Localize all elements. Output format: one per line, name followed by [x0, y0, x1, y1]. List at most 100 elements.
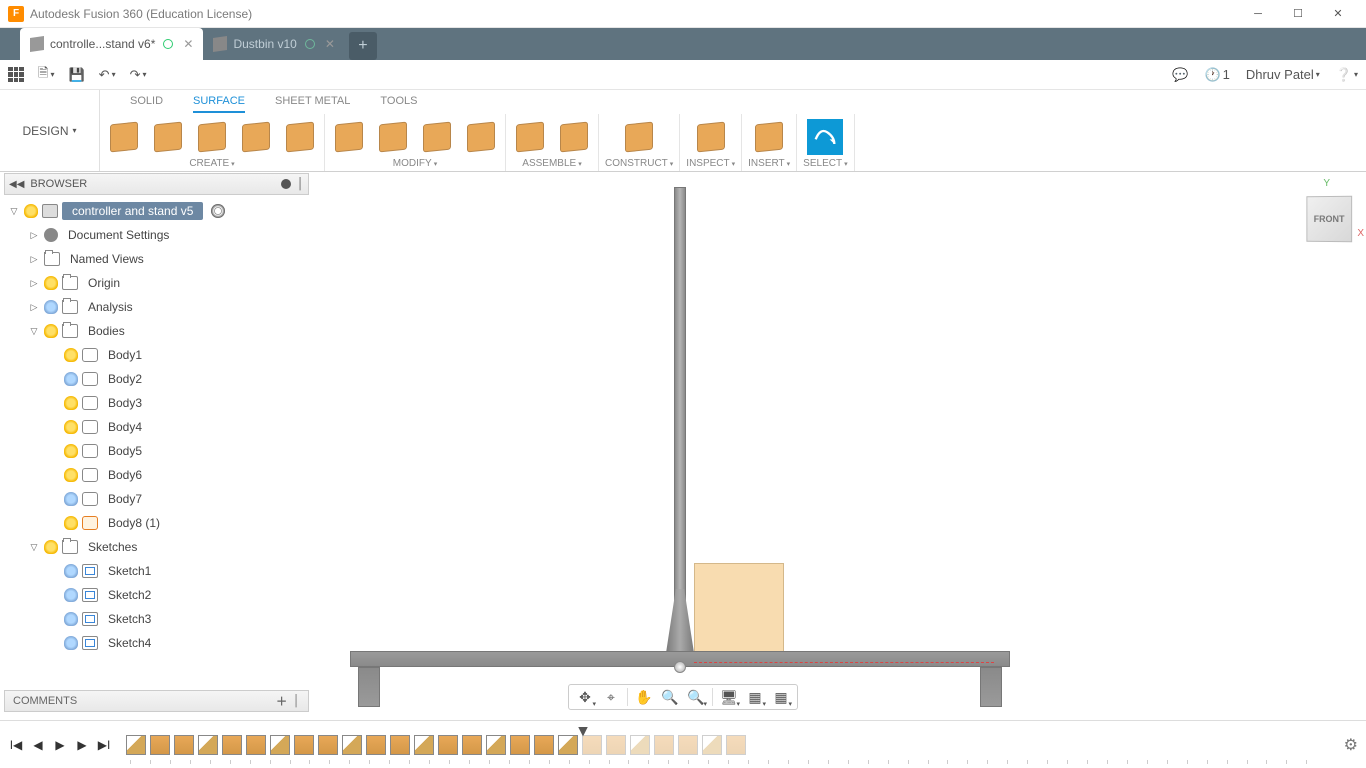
- timeline-feature[interactable]: [342, 735, 362, 755]
- user-menu[interactable]: Dhruv Patel ▾: [1246, 67, 1320, 82]
- tree-node[interactable]: Body3: [4, 391, 309, 415]
- tree-node[interactable]: Named Views: [4, 247, 309, 271]
- timeline-feature[interactable]: [222, 735, 242, 755]
- timeline-feature[interactable]: [510, 735, 530, 755]
- ribbon-tool-button[interactable]: [751, 119, 787, 155]
- comments-pin-icon[interactable]: │: [293, 695, 300, 707]
- tree-node[interactable]: Body1: [4, 343, 309, 367]
- fit-button[interactable]: 🔍▾: [684, 686, 708, 708]
- undo-button[interactable]: ↶▾: [99, 67, 116, 83]
- lookat-button[interactable]: ⌖: [599, 686, 623, 708]
- timeline-feature[interactable]: [270, 735, 290, 755]
- tree-node[interactable]: Origin: [4, 271, 309, 295]
- ribbon-tool-button[interactable]: [375, 119, 411, 155]
- timeline-feature[interactable]: [294, 735, 314, 755]
- timeline-feature[interactable]: [726, 735, 746, 755]
- ribbon-tool-button[interactable]: [331, 119, 367, 155]
- timeline-feature[interactable]: [534, 735, 554, 755]
- save-button[interactable]: 💾: [68, 67, 84, 83]
- expand-arrow-icon[interactable]: [28, 278, 40, 289]
- timeline-feature[interactable]: [678, 735, 698, 755]
- timeline-feature[interactable]: [582, 735, 602, 755]
- timeline-feature[interactable]: [126, 735, 146, 755]
- data-panel-button[interactable]: [8, 67, 24, 83]
- tab-close-icon[interactable]: ✕: [325, 37, 335, 51]
- ribbon-tool-button[interactable]: [419, 119, 455, 155]
- redo-button[interactable]: ↷▾: [130, 67, 147, 83]
- tree-node[interactable]: Body7: [4, 487, 309, 511]
- workspace-switcher[interactable]: DESIGN▾: [0, 90, 100, 171]
- expand-arrow-icon[interactable]: [28, 254, 40, 265]
- ribbon-group-label[interactable]: INSPECT ▾: [686, 158, 735, 169]
- visibility-bulb-icon[interactable]: [64, 420, 78, 434]
- expand-arrow-icon[interactable]: [28, 230, 40, 241]
- tree-node[interactable]: Body8 (1): [4, 511, 309, 535]
- close-window-button[interactable]: ✕: [1318, 0, 1358, 28]
- browser-pin-icon[interactable]: │: [297, 178, 304, 190]
- timeline-settings-icon[interactable]: ⚙: [1344, 735, 1358, 755]
- comments-panel[interactable]: COMMENTS ＋ │: [4, 690, 309, 712]
- browser-header[interactable]: ◀◀ BROWSER │: [4, 173, 309, 195]
- ribbon-tab-solid[interactable]: SOLID: [130, 91, 163, 113]
- new-tab-button[interactable]: +: [349, 32, 377, 60]
- visibility-bulb-icon[interactable]: [44, 324, 58, 338]
- tree-node[interactable]: Bodies: [4, 319, 309, 343]
- visibility-bulb-icon[interactable]: [44, 540, 58, 554]
- timeline-feature[interactable]: [318, 735, 338, 755]
- visibility-bulb-icon[interactable]: [44, 300, 58, 314]
- ribbon-group-label[interactable]: CREATE ▾: [189, 158, 234, 169]
- add-comment-icon[interactable]: ＋: [276, 693, 287, 709]
- timeline-play-button[interactable]: ▶: [52, 737, 68, 753]
- visibility-bulb-icon[interactable]: [64, 444, 78, 458]
- document-tab-inactive[interactable]: Dustbin v10 ✕: [203, 28, 344, 60]
- visibility-bulb-icon[interactable]: [64, 372, 78, 386]
- timeline-feature[interactable]: [438, 735, 458, 755]
- tree-node[interactable]: Sketch2: [4, 583, 309, 607]
- ribbon-tool-button[interactable]: [194, 119, 230, 155]
- visibility-bulb-icon[interactable]: [64, 588, 78, 602]
- activate-target-icon[interactable]: [211, 204, 225, 218]
- visibility-bulb-icon[interactable]: [24, 204, 38, 218]
- tree-node[interactable]: Body6: [4, 463, 309, 487]
- ribbon-tool-button[interactable]: [282, 119, 318, 155]
- visibility-bulb-icon[interactable]: [64, 612, 78, 626]
- help-button[interactable]: ❔▾: [1336, 67, 1358, 83]
- grid-settings-button[interactable]: ▦▾: [743, 686, 767, 708]
- ribbon-tool-button[interactable]: [106, 119, 142, 155]
- expand-arrow-icon[interactable]: [8, 206, 20, 217]
- timeline-feature[interactable]: [174, 735, 194, 755]
- ribbon-tab-surface[interactable]: SURFACE: [193, 91, 245, 113]
- visibility-bulb-icon[interactable]: [64, 564, 78, 578]
- job-status-button[interactable]: 🕐1: [1204, 67, 1229, 83]
- visibility-bulb-icon[interactable]: [64, 636, 78, 650]
- timeline-feature[interactable]: [198, 735, 218, 755]
- tree-node[interactable]: Document Settings: [4, 223, 309, 247]
- timeline-next-button[interactable]: ▶: [74, 737, 90, 753]
- file-menu-button[interactable]: 🗎▾: [38, 64, 54, 86]
- expand-arrow-icon[interactable]: [28, 302, 40, 313]
- ribbon-group-label[interactable]: MODIFY ▾: [393, 158, 437, 169]
- collapse-icon[interactable]: ◀◀: [9, 179, 24, 190]
- ribbon-tool-button[interactable]: [150, 119, 186, 155]
- tree-node[interactable]: Sketch4: [4, 631, 309, 655]
- visibility-bulb-icon[interactable]: [64, 468, 78, 482]
- timeline-feature[interactable]: [366, 735, 386, 755]
- pan-button[interactable]: ✋: [632, 686, 656, 708]
- tree-node[interactable]: Body4: [4, 415, 309, 439]
- tree-node[interactable]: Sketch3: [4, 607, 309, 631]
- timeline-feature[interactable]: [630, 735, 650, 755]
- ribbon-tab-sheetmetal[interactable]: SHEET METAL: [275, 91, 350, 113]
- visibility-bulb-icon[interactable]: [64, 348, 78, 362]
- maximize-button[interactable]: ☐: [1278, 0, 1318, 28]
- timeline-feature[interactable]: [150, 735, 170, 755]
- zoom-button[interactable]: 🔍: [658, 686, 682, 708]
- view-cube[interactable]: FRONT: [1306, 196, 1352, 243]
- ribbon-group-label[interactable]: ASSEMBLE ▾: [522, 158, 581, 169]
- tree-root[interactable]: controller and stand v5: [4, 199, 309, 223]
- timeline-end-button[interactable]: ▶I: [96, 737, 112, 753]
- expand-arrow-icon[interactable]: [28, 542, 40, 553]
- ribbon-tool-button[interactable]: [556, 119, 592, 155]
- browser-options-icon[interactable]: [281, 179, 291, 189]
- ribbon-tool-button[interactable]: [512, 119, 548, 155]
- expand-arrow-icon[interactable]: [28, 326, 40, 337]
